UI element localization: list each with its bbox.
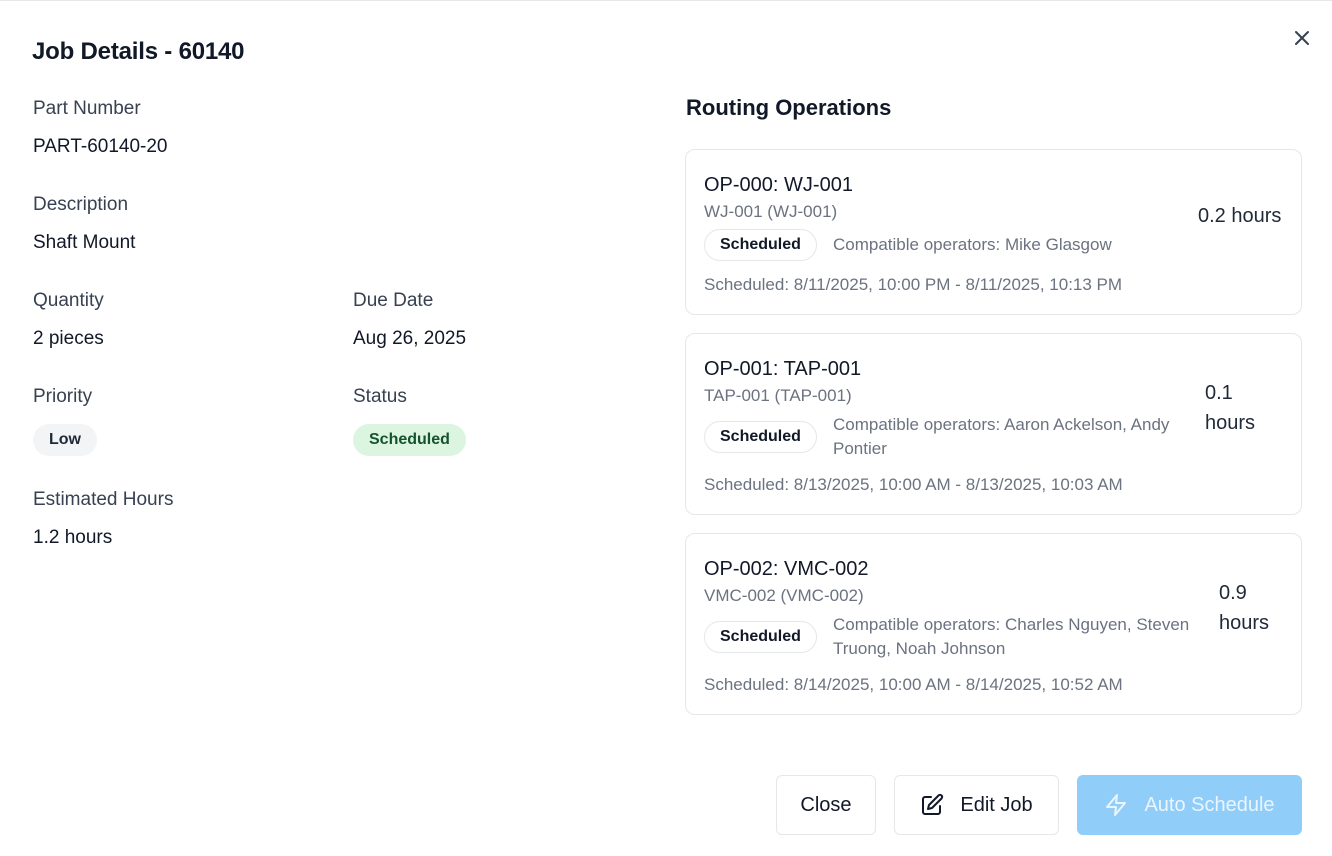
- operation-hours: 0.2 hours: [1198, 205, 1282, 227]
- dialog-title: Job Details - 60140: [32, 38, 245, 65]
- status-label: Status: [353, 386, 407, 407]
- estimated-hours-label: Estimated Hours: [33, 489, 174, 510]
- edit-job-label: Edit Job: [960, 793, 1033, 816]
- operation-hours: 0.1 hours: [1205, 382, 1256, 434]
- operation-hours: 0.9 hours: [1219, 582, 1270, 634]
- operation-title: OP-000: WJ-001: [704, 174, 853, 196]
- edit-icon: [920, 793, 944, 817]
- close-icon[interactable]: [1290, 26, 1314, 50]
- operation-subtitle: VMC-002 (VMC-002): [704, 586, 864, 605]
- job-details-dialog: Job Details - 60140 Part Number PART-601…: [0, 0, 1332, 856]
- part-number-label: Part Number: [33, 98, 141, 119]
- routing-operations-title: Routing Operations: [686, 95, 892, 120]
- part-number-value: PART-60140-20: [33, 136, 168, 157]
- close-button[interactable]: Close: [776, 775, 876, 835]
- operation-status-badge: Scheduled: [704, 421, 817, 453]
- auto-schedule-button[interactable]: Auto Schedule: [1077, 775, 1302, 835]
- operation-operators: Compatible operators: Mike Glasgow: [833, 235, 1112, 254]
- quantity-value: 2 pieces: [33, 328, 104, 349]
- operation-operators: Compatible operators: Charles Nguyen, St…: [833, 615, 1190, 658]
- status-badge: Scheduled: [353, 424, 466, 456]
- priority-label: Priority: [33, 386, 93, 407]
- operation-title: OP-002: VMC-002: [704, 558, 869, 580]
- operation-card: OP-001: TAP-001 TAP-001 (TAP-001) Schedu…: [685, 333, 1302, 515]
- operation-scheduled-time: Scheduled: 8/14/2025, 10:00 AM - 8/14/20…: [704, 675, 1123, 694]
- auto-schedule-label: Auto Schedule: [1144, 793, 1275, 816]
- priority-badge: Low: [33, 424, 97, 456]
- close-button-label: Close: [800, 793, 852, 816]
- operation-status-badge: Scheduled: [704, 621, 817, 653]
- operation-status-badge: Scheduled: [704, 229, 817, 261]
- operation-scheduled-time: Scheduled: 8/11/2025, 10:00 PM - 8/11/20…: [704, 275, 1123, 294]
- quantity-label: Quantity: [33, 290, 104, 311]
- operation-title: OP-001: TAP-001: [704, 358, 862, 380]
- operation-subtitle: WJ-001 (WJ-001): [704, 202, 838, 221]
- edit-job-button[interactable]: Edit Job: [894, 775, 1059, 835]
- operation-card: OP-002: VMC-002 VMC-002 (VMC-002) Schedu…: [685, 533, 1302, 715]
- description-value: Shaft Mount: [33, 232, 136, 253]
- due-date-label: Due Date: [353, 290, 434, 311]
- operation-subtitle: TAP-001 (TAP-001): [704, 386, 852, 405]
- due-date-value: Aug 26, 2025: [353, 328, 467, 349]
- lightning-icon: [1104, 793, 1128, 817]
- operation-operators: Compatible operators: Aaron Ackelson, An…: [833, 415, 1170, 458]
- operation-scheduled-time: Scheduled: 8/13/2025, 10:00 AM - 8/13/20…: [704, 475, 1123, 494]
- operation-card: OP-000: WJ-001 WJ-001 (WJ-001) Scheduled…: [685, 149, 1302, 315]
- description-label: Description: [33, 194, 129, 215]
- estimated-hours-value: 1.2 hours: [33, 527, 113, 548]
